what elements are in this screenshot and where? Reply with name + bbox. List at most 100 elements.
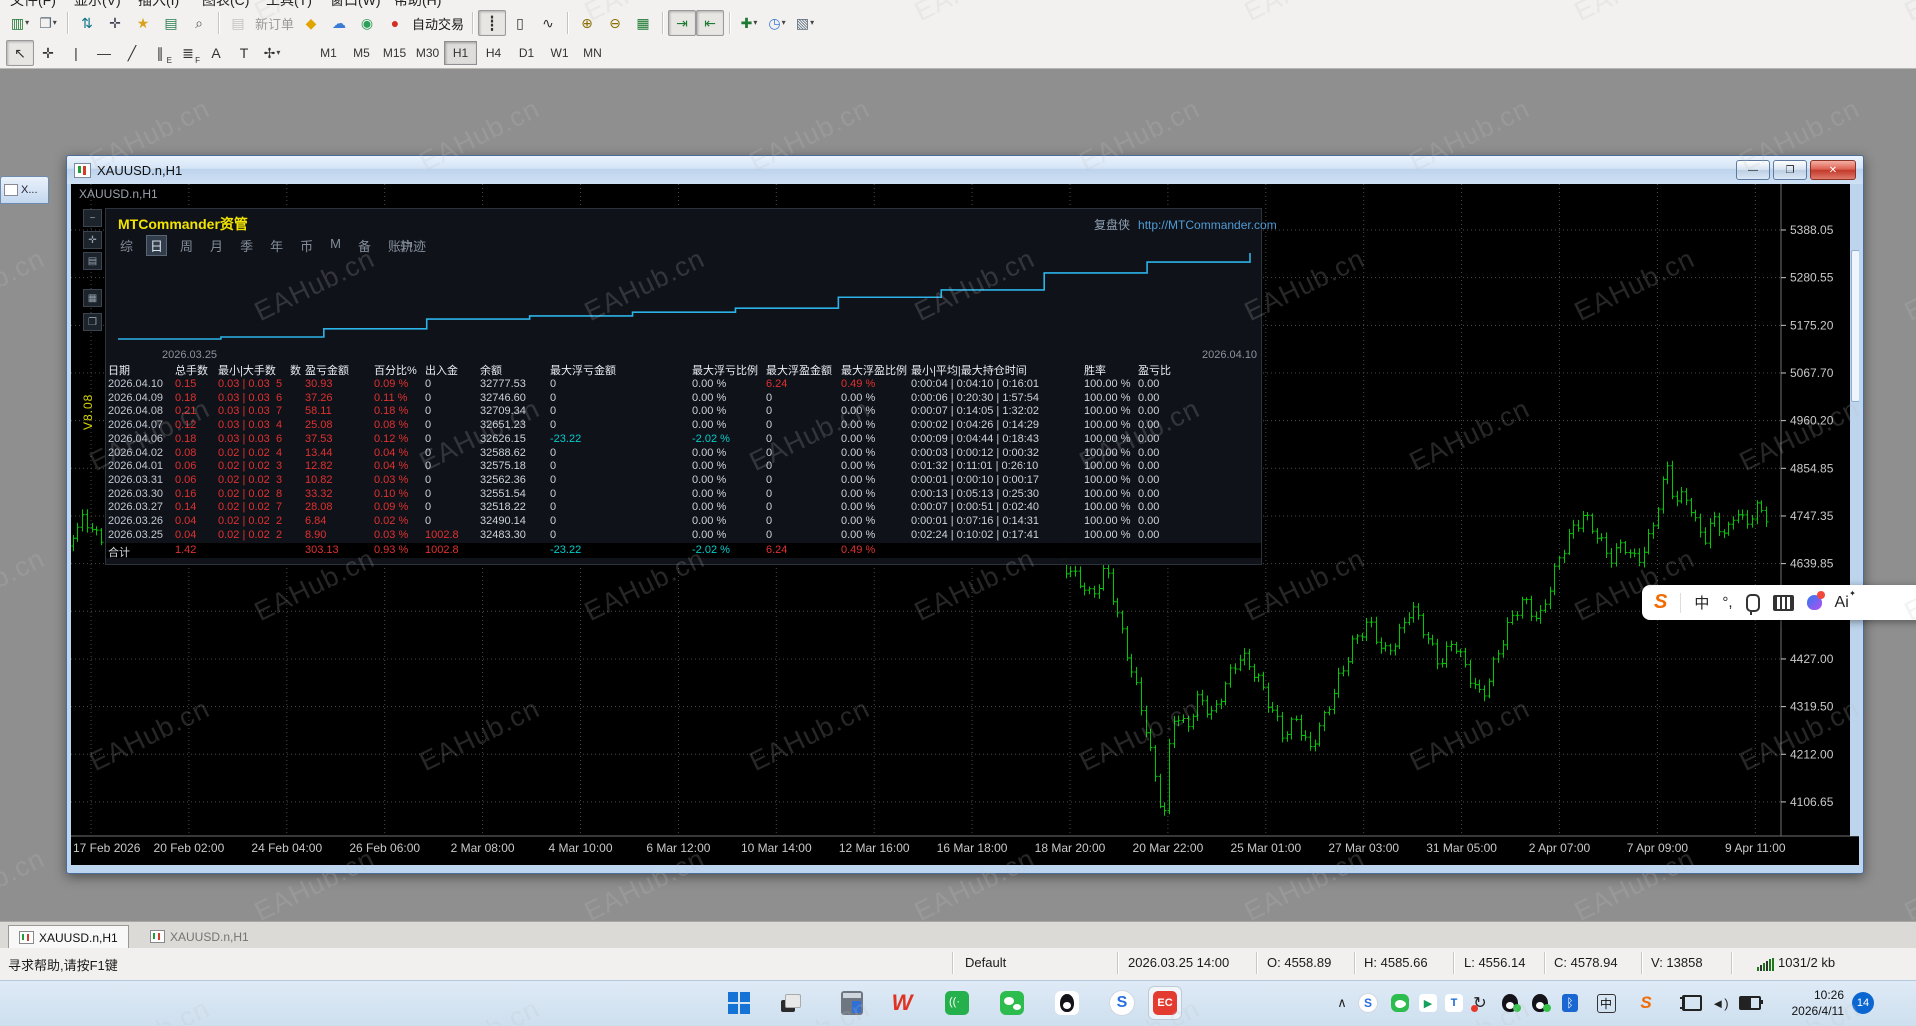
profiles-button[interactable]: ❐ ▾ — [34, 10, 62, 36]
panel-move-button[interactable]: ✛ — [83, 231, 102, 249]
minimized-chart-window[interactable]: X... — [0, 176, 49, 204]
ai-assistant-icon[interactable]: Ai — [1835, 589, 1857, 612]
navigator-button[interactable]: ★ — [129, 10, 157, 36]
zoom-in-button[interactable]: ⊕ — [573, 10, 601, 36]
chart-scrollbar[interactable] — [1850, 184, 1859, 836]
menu-item[interactable]: 文件(F) — [10, 0, 56, 8]
clock[interactable]: 10:26 2026/4/11 — [1772, 987, 1845, 1019]
taskbar-app-wps-icon[interactable]: W — [885, 986, 919, 1020]
strategy-tester-button[interactable]: ⌕ — [185, 10, 213, 36]
templates-button[interactable]: ▧ ▾ — [791, 10, 819, 36]
timeframe-m1[interactable]: M1 — [312, 41, 345, 65]
panel-menu-item-账户[interactable]: 账户 — [384, 235, 418, 256]
tray-battery-icon[interactable] — [1738, 986, 1763, 1020]
tray-qq2-icon[interactable] — [1528, 986, 1552, 1020]
tray-monitor-icon[interactable] — [1680, 986, 1704, 1020]
indicators-button[interactable]: ✚ ▾ — [735, 10, 763, 36]
taskbar-app-qq-icon[interactable] — [1050, 986, 1084, 1020]
timeframe-mn[interactable]: MN — [576, 41, 609, 65]
tray-player-icon[interactable]: ▶ — [1416, 986, 1440, 1020]
minimize-button[interactable]: — — [1736, 160, 1770, 180]
panel-layout-button[interactable]: ▦ — [83, 289, 102, 307]
fibonacci-tool[interactable]: ≣ F — [174, 40, 202, 66]
panel-grid-button[interactable]: ▤ — [83, 252, 102, 270]
new-chart-button[interactable]: ▥ ▾ — [6, 10, 34, 36]
tray-bluetooth-icon[interactable]: ᛒ — [1558, 986, 1582, 1020]
chart-shift-button[interactable]: ⇤ — [696, 10, 725, 36]
publish-button[interactable]: ☁ — [325, 10, 353, 36]
taskbar-app-sogou-browser-icon[interactable]: S — [1105, 986, 1139, 1020]
chart-tab[interactable]: XAUUSD.n,H1 — [140, 925, 259, 948]
timeframe-h1[interactable]: H1 — [444, 41, 477, 65]
punctuation-icon[interactable]: °, — [1722, 594, 1732, 611]
menu-item[interactable]: 图表(C) — [202, 0, 249, 8]
microphone-icon[interactable] — [1745, 593, 1760, 615]
keyboard-icon[interactable] — [1772, 594, 1794, 611]
text-tool[interactable]: A — [202, 40, 230, 66]
timeframe-m5[interactable]: M5 — [345, 41, 378, 65]
panel-copy-button[interactable]: ❐ — [83, 313, 102, 331]
periods-button[interactable]: ◷ ▾ — [763, 10, 791, 36]
timeframe-m15[interactable]: M15 — [378, 41, 411, 65]
taskbar-app-start-icon[interactable] — [722, 986, 756, 1020]
panel-minimize-button[interactable]: − — [83, 209, 102, 227]
equidistant-channel-tool[interactable]: ∥ E — [146, 40, 174, 66]
horizontal-line-tool[interactable]: — — [90, 40, 118, 66]
tile-windows-button[interactable]: ▦ — [629, 10, 657, 36]
panel-menu-item-日[interactable]: 日 — [146, 235, 168, 256]
tray-thunder-icon[interactable]: T — [1442, 986, 1466, 1020]
brand-url[interactable]: http://MTCommander.com — [1138, 218, 1277, 232]
tray-ime-mode-icon[interactable]: 中 — [1594, 986, 1618, 1020]
menu-item[interactable]: 插入(I) — [138, 0, 179, 8]
terminal-button[interactable]: ▤ — [157, 10, 185, 36]
panel-menu-item-M[interactable]: M — [326, 235, 345, 256]
signals-button[interactable]: ◉ — [353, 10, 381, 36]
ime-mode-icon[interactable]: 中 — [1694, 592, 1709, 613]
chart-bars-button[interactable]: ┋ — [478, 10, 507, 36]
taskbar-app-task-view-icon[interactable] — [774, 986, 808, 1020]
chart-window-titlebar[interactable]: XAUUSD.n,H1 — ❐ ✕ — [67, 156, 1863, 184]
panel-menu-item-季[interactable]: 季 — [236, 235, 257, 256]
panel-menu-item-周[interactable]: 周 — [176, 235, 197, 256]
new-order-button[interactable]: ▤ — [224, 10, 252, 36]
scrollbar-thumb[interactable] — [1851, 250, 1859, 402]
auto-trading-button[interactable]: ● — [381, 10, 409, 36]
tray-chevron-icon[interactable]: ∧ — [1330, 986, 1354, 1020]
auto-trading-button-label[interactable]: 自动交易 — [412, 14, 464, 33]
taskbar-app-ec-icon[interactable]: EC — [1148, 986, 1182, 1020]
panel-menu-item-月[interactable]: 月 — [206, 235, 227, 256]
market-watch-button[interactable]: ⇅ — [73, 10, 101, 36]
chart-tab[interactable]: XAUUSD.n,H1 — [8, 925, 129, 950]
menu-item[interactable]: 窗口(W) — [330, 0, 381, 8]
panel-menu-item-备[interactable]: 备 — [354, 235, 375, 256]
tray-sogou-input-icon[interactable]: S — [1634, 986, 1658, 1020]
crosshair-tool[interactable]: ✛ — [34, 40, 62, 66]
chart-candles-button[interactable]: ▯ — [506, 10, 534, 36]
metaeditor-button[interactable]: ◆ — [297, 10, 325, 36]
tray-sogou-browser-icon[interactable]: S — [1356, 986, 1380, 1020]
sogou-logo-icon[interactable]: S — [1654, 591, 1667, 614]
panel-menu-item-币[interactable]: 币 — [296, 235, 317, 256]
menu-item[interactable]: 显示(V) — [74, 0, 121, 8]
tray-sync-icon[interactable]: ↻ — [1468, 986, 1492, 1020]
menu-item[interactable]: 帮助(H) — [394, 0, 441, 8]
timeframe-h4[interactable]: H4 — [477, 41, 510, 65]
restore-button[interactable]: ❐ — [1773, 160, 1807, 180]
panel-menu-item-年[interactable]: 年 — [266, 235, 287, 256]
tray-wechat-icon[interactable] — [1388, 986, 1412, 1020]
notification-badge[interactable]: 14 — [1852, 992, 1874, 1014]
timeframe-w1[interactable]: W1 — [543, 41, 576, 65]
taskbar-app-wechat-icon[interactable] — [995, 986, 1029, 1020]
trendline-tool[interactable]: ╱ — [118, 40, 146, 66]
chart-line-button[interactable]: ∿ — [534, 10, 562, 36]
sogou-tools-icon[interactable] — [1806, 591, 1825, 610]
cursor-tool[interactable]: ↖ — [6, 40, 34, 66]
arrows-tool[interactable]: ✢ ▾ — [258, 40, 286, 66]
timeframe-m30[interactable]: M30 — [411, 41, 444, 65]
vertical-line-tool[interactable]: | — [62, 40, 90, 66]
tray-qq-icon[interactable] — [1498, 986, 1522, 1020]
new-order-button-label[interactable]: 新订单 — [255, 14, 294, 33]
close-button[interactable]: ✕ — [1810, 160, 1856, 180]
menu-item[interactable]: 工具(T) — [266, 0, 312, 8]
data-window-button[interactable]: ✛ — [101, 10, 129, 36]
